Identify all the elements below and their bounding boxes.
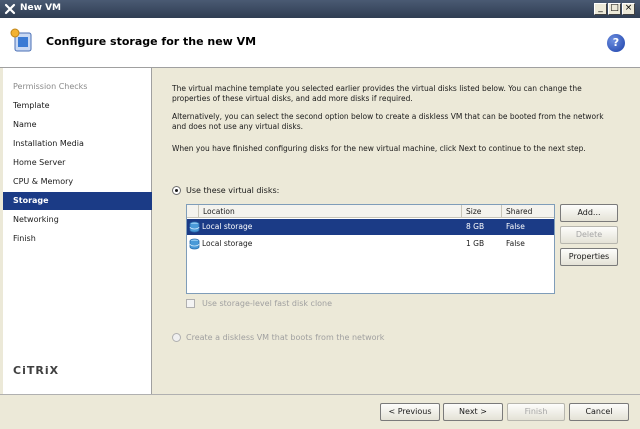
next-step-paragraph: When you have finished configuring disks… [172, 144, 586, 153]
maximize-button[interactable]: □ [608, 3, 621, 15]
diskless-label[interactable]: Create a diskless VM that boots from the… [186, 333, 384, 342]
use-disks-radio[interactable] [172, 186, 181, 195]
diskless-radio[interactable] [172, 333, 181, 342]
disk-shared: False [506, 222, 525, 231]
column-size[interactable]: Size [462, 205, 502, 218]
disk-size: 1 GB [466, 239, 485, 248]
citrix-logo: CiTRiX [13, 364, 60, 377]
sidebar-step-finish[interactable]: Finish [3, 230, 152, 248]
sidebar-step-name[interactable]: Name [3, 116, 152, 134]
finish-button[interactable]: Finish [507, 403, 565, 421]
add-disk-button[interactable]: Add... [560, 204, 618, 222]
disk-shared: False [506, 239, 525, 248]
fast-clone-checkbox[interactable] [186, 299, 195, 308]
disk-properties-button[interactable]: Properties [560, 248, 618, 266]
wizard-steps-sidebar: Permission Checks Template Name Installatio… [3, 68, 152, 394]
sidebar-step-template[interactable]: Template [3, 97, 152, 115]
help-icon[interactable]: ? [607, 34, 625, 52]
sidebar-step-installation-media[interactable]: Installation Media [3, 135, 152, 153]
next-button[interactable]: Next > [443, 403, 503, 421]
disk-location: Local storage [202, 222, 253, 231]
new-vm-wizard-icon [10, 28, 32, 52]
wizard-header: Configure storage for the new VM ? [0, 18, 640, 68]
storage-disk-icon [189, 238, 200, 250]
sidebar-step-storage[interactable]: Storage [3, 192, 152, 210]
storage-page-content: The virtual machine template you selecte… [152, 68, 637, 394]
storage-disk-icon [189, 221, 200, 233]
close-button[interactable]: × [622, 3, 635, 15]
column-shared[interactable]: Shared [502, 205, 554, 218]
xenserver-app-icon [4, 3, 16, 15]
disk-size: 8 GB [466, 222, 485, 231]
list-header: Location Size Shared [187, 205, 554, 218]
alternative-paragraph: Alternatively, you can select the second… [172, 112, 604, 131]
sidebar-step-home-server[interactable]: Home Server [3, 154, 152, 172]
disk-row[interactable]: Local storage 8 GB False [187, 219, 554, 235]
sidebar-step-permission-checks: Permission Checks [13, 82, 88, 91]
title-bar: New VM _ □ × [0, 0, 640, 18]
intro-paragraph: The virtual machine template you selecte… [172, 84, 582, 103]
fast-clone-label[interactable]: Use storage-level fast disk clone [202, 299, 332, 308]
window-title: New VM [20, 3, 62, 13]
previous-button[interactable]: < Previous [380, 403, 440, 421]
cancel-button[interactable]: Cancel [569, 403, 629, 421]
use-disks-label[interactable]: Use these virtual disks: [186, 186, 279, 195]
disk-location: Local storage [202, 239, 253, 248]
page-title: Configure storage for the new VM [46, 35, 257, 48]
minimize-button[interactable]: _ [594, 3, 607, 15]
virtual-disks-list[interactable]: Location Size Shared Local storage 8 GB Fa… [186, 204, 555, 294]
sidebar-step-networking[interactable]: Networking [3, 211, 152, 229]
delete-disk-button[interactable]: Delete [560, 226, 618, 244]
disk-row[interactable]: Local storage 1 GB False [187, 236, 554, 252]
sidebar-step-cpu-memory[interactable]: CPU & Memory [3, 173, 152, 191]
column-location[interactable]: Location [199, 205, 462, 218]
wizard-footer: < Previous Next > Finish Cancel [0, 394, 640, 429]
